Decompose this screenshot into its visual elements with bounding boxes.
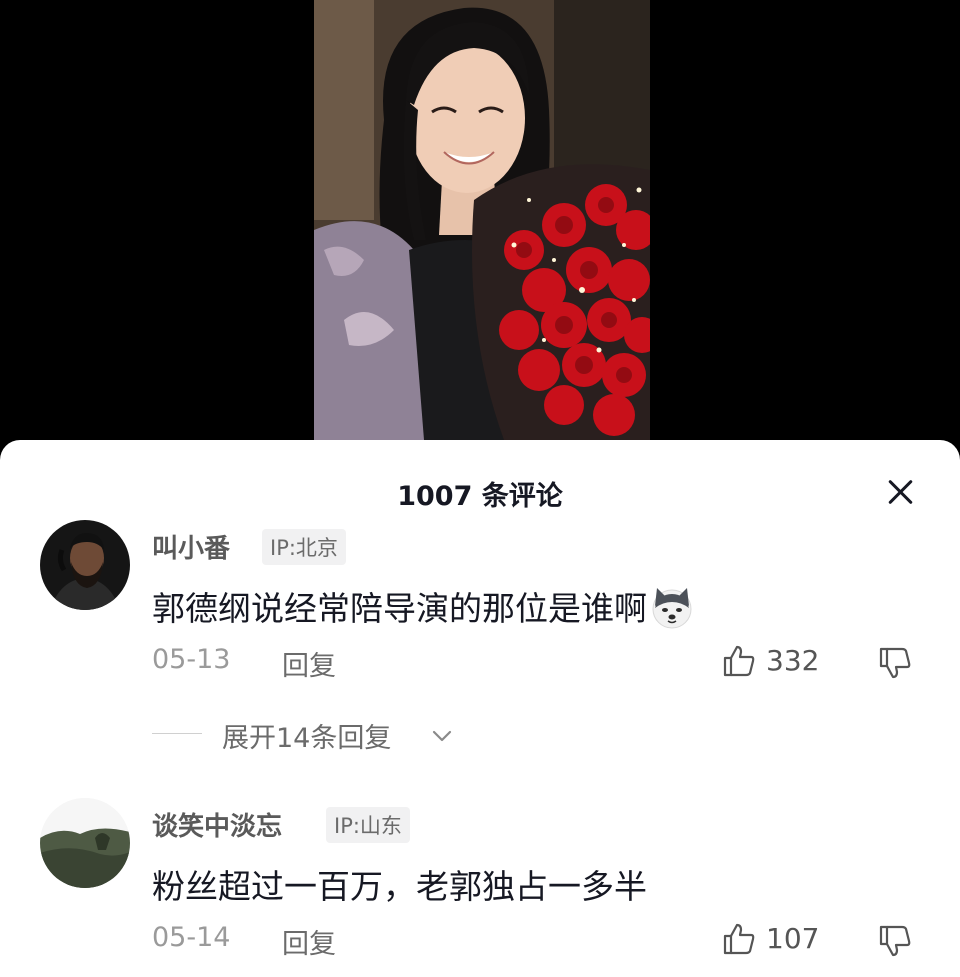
comment-text: 粉丝超过一百万，老郭独占一多半 [152, 867, 647, 906]
divider [152, 733, 202, 734]
comment-username[interactable]: 叫小番 [152, 528, 230, 565]
ip-location-badge: IP:山东 [326, 807, 410, 843]
comment-username[interactable]: 谈笑中淡忘 [152, 806, 282, 843]
expand-replies-label: 展开14条回复 [222, 723, 392, 754]
thumbs-down-icon[interactable] [878, 924, 912, 958]
thumbs-down-icon[interactable] [878, 646, 912, 680]
close-icon[interactable] [880, 472, 920, 512]
avatar[interactable] [40, 798, 130, 888]
comment-text: 郭德纲说经常陪导演的那位是谁啊 [152, 582, 695, 630]
husky-dog-emoji-icon [649, 584, 695, 630]
comment-sheet: 1007 条评论 叫小番 IP:北京 郭德纲说经常陪导演的那位是谁啊 05-13… [0, 440, 960, 977]
ip-location-badge: IP:北京 [262, 529, 346, 565]
avatar[interactable] [40, 520, 130, 610]
avatar-landscape-image [40, 798, 130, 888]
comment-date: 05-14 [152, 922, 231, 953]
video-frame-woman-with-roses [314, 0, 650, 440]
reply-button[interactable]: 回复 [282, 922, 336, 961]
comment-date: 05-13 [152, 644, 231, 675]
comment-count-title: 1007 条评论 [397, 481, 563, 512]
like-count: 332 [766, 644, 820, 677]
like-count: 107 [766, 922, 820, 955]
comment-body: 郭德纲说经常陪导演的那位是谁啊 [152, 589, 647, 628]
chevron-down-icon [432, 730, 452, 742]
thumbs-up-icon [723, 645, 755, 677]
thumbs-up-icon [723, 923, 755, 955]
reply-button[interactable]: 回复 [282, 644, 336, 683]
video-still-illustration [314, 0, 650, 440]
video-player[interactable] [0, 0, 960, 460]
comment-sheet-header: 1007 条评论 [0, 440, 960, 544]
avatar-bearded-man-image [40, 520, 130, 610]
